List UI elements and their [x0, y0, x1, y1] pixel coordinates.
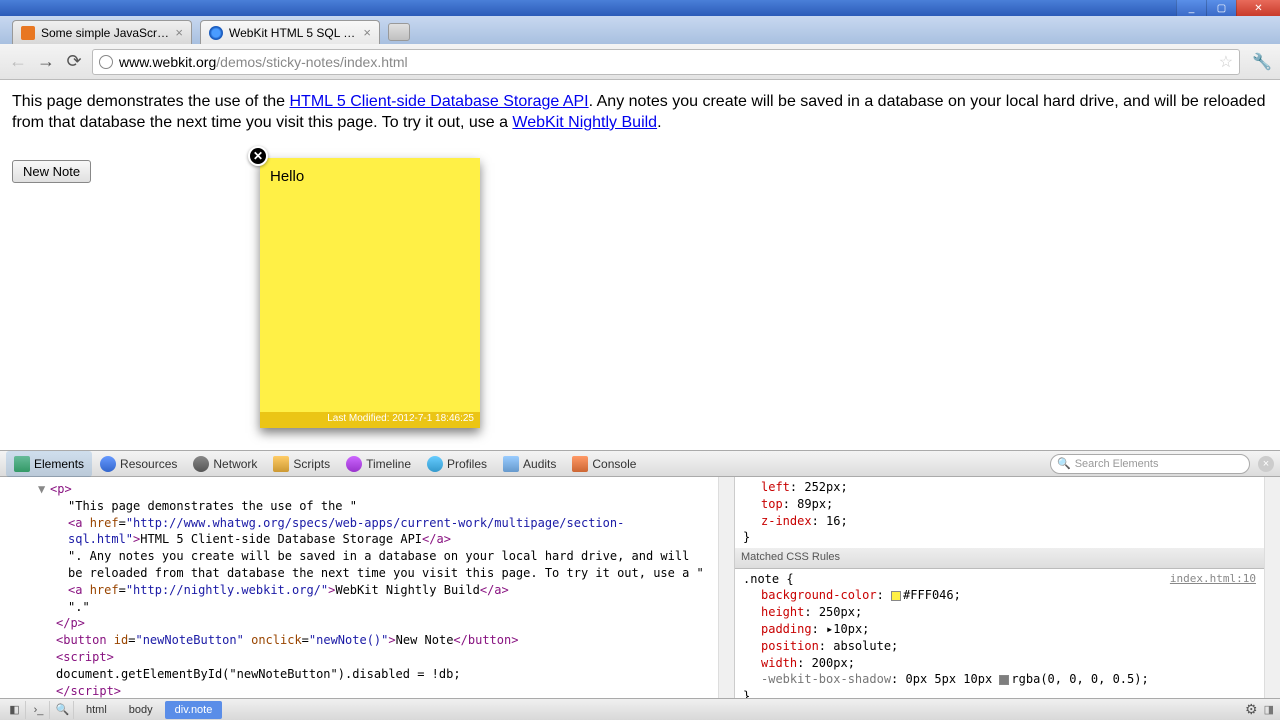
devtools-tab-elements[interactable]: Elements [6, 451, 92, 477]
settings-gear-icon[interactable]: ⚙ [1245, 701, 1258, 718]
intro-text: . [657, 114, 661, 131]
profiles-icon [427, 456, 443, 472]
intro-text: This page demonstrates the use of the [12, 93, 290, 110]
browser-tab[interactable]: Some simple JavaScript × [12, 20, 192, 44]
source-link[interactable]: index.html:10 [1170, 571, 1256, 586]
xampp-icon [21, 26, 35, 40]
breadcrumb-html[interactable]: html [76, 701, 117, 719]
dom-tree[interactable]: ▼<p> "This page demonstrates the use of … [0, 477, 718, 698]
note-content[interactable]: Hello [270, 168, 470, 185]
tab-title: Some simple JavaScript [41, 26, 169, 40]
network-icon [193, 456, 209, 472]
close-icon[interactable]: × [363, 25, 371, 40]
search-placeholder: Search Elements [1075, 458, 1159, 470]
wrench-menu-icon[interactable]: 🔧 [1252, 52, 1272, 72]
webkit-icon [209, 26, 223, 40]
devtools-body: ▼<p> "This page demonstrates the use of … [0, 477, 1280, 698]
sticky-note[interactable]: ✕ Hello Last Modified: 2012-7-1 18:46:25 [260, 158, 480, 428]
browser-toolbar: ← → ⟳ www.webkit.org/demos/sticky-notes/… [0, 44, 1280, 80]
matched-rules-header: Matched CSS Rules [735, 548, 1264, 568]
scrollbar[interactable] [718, 477, 734, 698]
audits-icon [503, 456, 519, 472]
resources-icon [100, 456, 116, 472]
intro-paragraph: This page demonstrates the use of the HT… [12, 92, 1268, 134]
forward-button[interactable]: → [36, 52, 56, 72]
devtools-close-button[interactable]: × [1258, 456, 1274, 472]
devtools-search-input[interactable]: 🔍 Search Elements [1050, 454, 1250, 474]
devtools-tab-timeline[interactable]: Timeline [338, 451, 419, 477]
browser-tab[interactable]: WebKit HTML 5 SQL Storag × [200, 20, 380, 44]
devtools-tab-console[interactable]: Console [564, 451, 644, 477]
color-swatch[interactable] [999, 675, 1009, 685]
styles-pane[interactable]: left: 252px; top: 89px; z-index: 16; } M… [734, 477, 1264, 698]
browser-tab-strip: Some simple JavaScript × WebKit HTML 5 S… [0, 16, 1280, 44]
window-titlebar [0, 0, 1280, 16]
url-text: www.webkit.org/demos/sticky-notes/index.… [119, 54, 1213, 70]
window-controls: _ ▢ ✕ [1176, 0, 1280, 16]
dock-button[interactable]: ◧ [4, 701, 26, 719]
devtools-tab-scripts[interactable]: Scripts [265, 451, 338, 477]
scripts-icon [273, 456, 289, 472]
note-close-button[interactable]: ✕ [248, 146, 268, 166]
drawer-toggle-icon[interactable]: ◨ [1264, 703, 1274, 716]
console-toggle-button[interactable]: ›_ [28, 701, 50, 719]
nightly-build-link[interactable]: WebKit Nightly Build [512, 114, 657, 131]
note-timestamp: Last Modified: 2012-7-1 18:46:25 [260, 412, 480, 428]
scrollbar[interactable] [1264, 477, 1280, 698]
new-note-button[interactable]: New Note [12, 160, 91, 183]
address-bar[interactable]: www.webkit.org/demos/sticky-notes/index.… [92, 49, 1240, 75]
color-swatch[interactable] [891, 591, 901, 601]
breadcrumb-divnote[interactable]: div.note [165, 701, 223, 719]
reload-button[interactable]: ⟳ [64, 52, 84, 72]
close-icon[interactable]: × [175, 25, 183, 40]
storage-api-link[interactable]: HTML 5 Client-side Database Storage API [290, 93, 589, 110]
breadcrumb-body[interactable]: body [119, 701, 163, 719]
devtools-toolbar: Elements Resources Network Scripts Timel… [0, 451, 1280, 477]
devtools-panel: Elements Resources Network Scripts Timel… [0, 450, 1280, 720]
globe-icon [99, 55, 113, 69]
search-icon: 🔍 [1057, 457, 1071, 470]
console-icon [572, 456, 588, 472]
new-tab-button[interactable] [388, 23, 410, 41]
devtools-tab-profiles[interactable]: Profiles [419, 451, 495, 477]
devtools-statusbar: ◧ ›_ 🔍 html body div.note ⚙ ◨ [0, 698, 1280, 720]
bookmark-star-icon[interactable]: ☆ [1219, 52, 1233, 72]
page-content: This page demonstrates the use of the HT… [0, 80, 1280, 450]
devtools-tab-audits[interactable]: Audits [495, 451, 564, 477]
window-minimize-button[interactable]: _ [1176, 0, 1206, 16]
devtools-tab-resources[interactable]: Resources [92, 451, 185, 477]
inspect-button[interactable]: 🔍 [52, 701, 74, 719]
devtools-tab-network[interactable]: Network [185, 451, 265, 477]
window-close-button[interactable]: ✕ [1236, 0, 1280, 16]
window-maximize-button[interactable]: ▢ [1206, 0, 1236, 16]
tab-title: WebKit HTML 5 SQL Storag [229, 26, 357, 40]
elements-icon [14, 456, 30, 472]
back-button[interactable]: ← [8, 52, 28, 72]
timeline-icon [346, 456, 362, 472]
